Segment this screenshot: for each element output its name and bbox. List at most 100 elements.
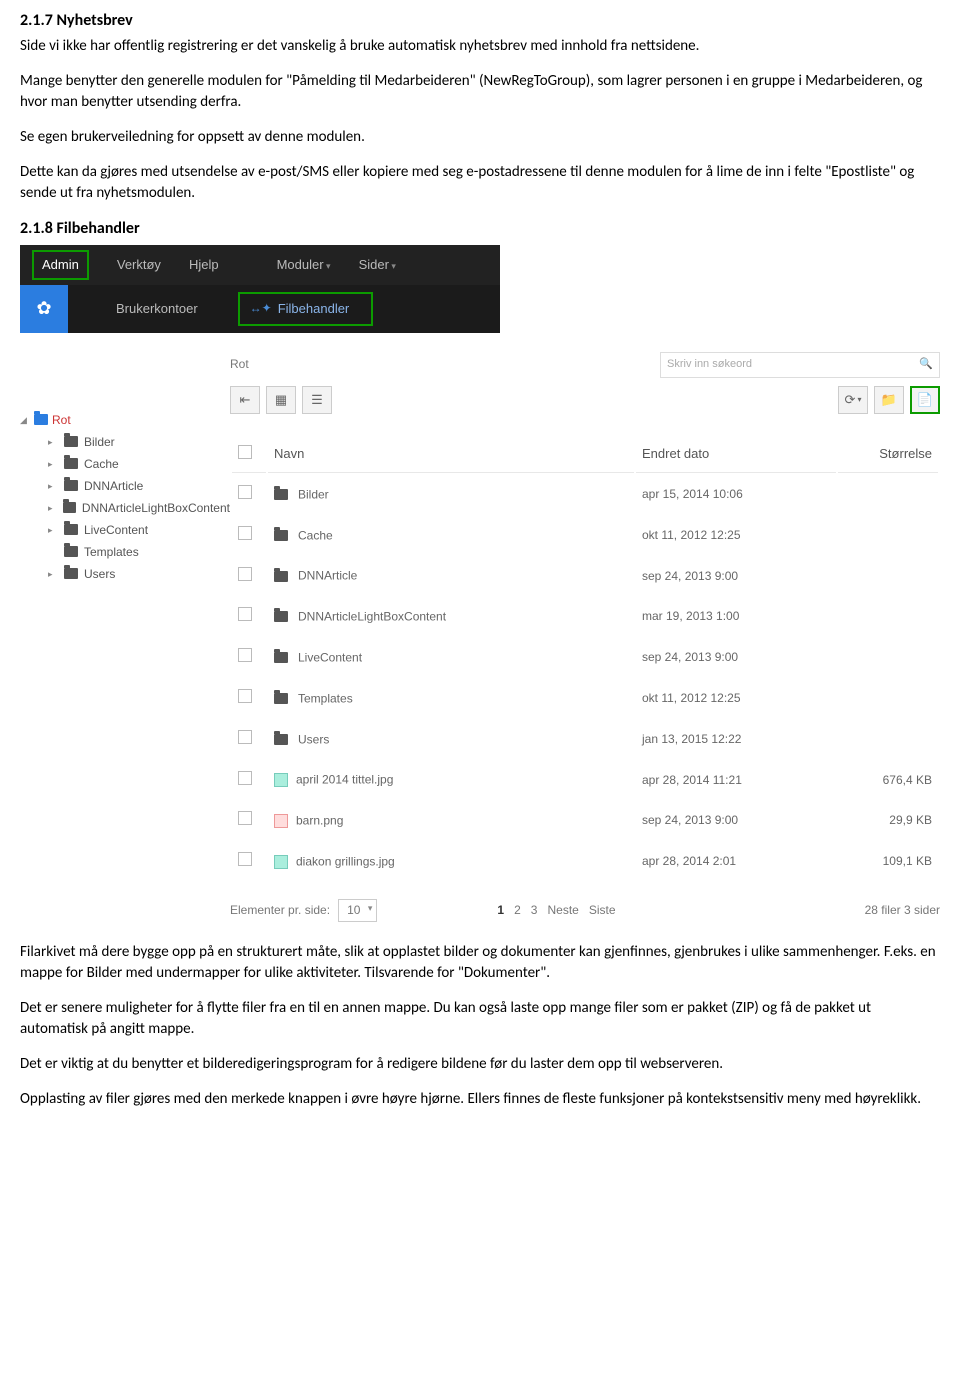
collapse-button[interactable]: ⇤	[230, 386, 260, 414]
page-1[interactable]: 1	[497, 902, 504, 919]
table-row[interactable]: diakon grillings.jpgapr 28, 2014 2:01109…	[232, 842, 938, 881]
folder-icon	[274, 571, 288, 582]
breadcrumb: Rot	[230, 356, 660, 373]
table-row[interactable]: Cacheokt 11, 2012 12:25	[232, 516, 938, 555]
table-row[interactable]: april 2014 tittel.jpgapr 28, 2014 11:216…	[232, 761, 938, 800]
file-name: Bilder	[298, 487, 329, 501]
grid-icon: ▦	[275, 391, 287, 409]
expand-icon[interactable]	[20, 409, 30, 431]
table-row[interactable]: Bilderapr 15, 2014 10:06	[232, 475, 938, 514]
row-checkbox[interactable]	[238, 852, 252, 866]
table-row[interactable]: DNNArticleLightBoxContent mar 19, 2013 1:…	[232, 597, 938, 636]
row-checkbox[interactable]	[238, 607, 252, 621]
file-name: april 2014 tittel.jpg	[296, 773, 393, 787]
page-next[interactable]: Neste	[547, 902, 578, 919]
paragraph: Side vi ikke har offentlig registrering …	[20, 36, 940, 57]
file-date: apr 28, 2014 11:21	[636, 761, 836, 800]
new-folder-button[interactable]: 📁	[874, 386, 904, 414]
tools-menu[interactable]: Verktøy	[117, 256, 161, 274]
tree-item[interactable]: DNNArticleLightBoxContent	[20, 497, 230, 519]
select-all-checkbox[interactable]	[238, 445, 252, 459]
gear-button[interactable]: ✿	[20, 285, 68, 333]
expand-icon[interactable]	[48, 431, 58, 453]
tree-item-label: Cache	[84, 453, 119, 475]
tree-item[interactable]: Templates	[20, 541, 230, 563]
table-row[interactable]: Users jan 13, 2015 12:22	[232, 720, 938, 759]
file-date: jan 13, 2015 12:22	[636, 720, 836, 759]
row-checkbox[interactable]	[238, 567, 252, 581]
help-menu[interactable]: Hjelp	[189, 256, 219, 274]
tree-item[interactable]: Users	[20, 563, 230, 585]
file-size	[838, 557, 938, 596]
tree-item[interactable]: LiveContent	[20, 519, 230, 541]
file-manager-screenshot: Rot BilderCacheDNNArticleDNNArticleLight…	[20, 351, 940, 922]
grid-view-button[interactable]: ▦	[266, 386, 296, 414]
perpage-select[interactable]: 10	[338, 899, 377, 922]
file-name: Users	[298, 732, 329, 746]
expand-icon[interactable]	[48, 497, 57, 519]
expand-icon[interactable]	[48, 563, 58, 585]
file-date: mar 19, 2013 1:00	[636, 597, 836, 636]
page-2[interactable]: 2	[514, 902, 521, 919]
search-input[interactable]: Skriv inn søkeord 🔍	[660, 352, 940, 378]
tree-item-label: LiveContent	[84, 519, 148, 541]
column-header-size[interactable]: Størrelse	[838, 437, 938, 473]
tree-item[interactable]: Cache	[20, 453, 230, 475]
tree-item-label: DNNArticle	[84, 475, 143, 497]
table-row[interactable]: LiveContentsep 24, 2013 9:00	[232, 638, 938, 677]
section-heading-217: 2.1.7 Nyhetsbrev	[20, 10, 940, 32]
file-name: DNNArticleLightBoxContent	[298, 610, 446, 624]
folder-tree: Rot BilderCacheDNNArticleDNNArticleLight…	[20, 351, 230, 922]
page-last[interactable]: Siste	[589, 902, 616, 919]
tree-item-label: Bilder	[84, 431, 115, 453]
folder-icon	[274, 652, 288, 663]
list-view-button[interactable]: ☰	[302, 386, 332, 414]
column-header-date[interactable]: Endret dato	[636, 437, 836, 473]
table-row[interactable]: barn.pngsep 24, 2013 9:0029,9 KB	[232, 801, 938, 840]
expand-icon[interactable]	[48, 453, 58, 475]
file-date: okt 11, 2012 12:25	[636, 679, 836, 718]
pages-dropdown[interactable]: Sider	[359, 256, 396, 274]
file-date: sep 24, 2013 9:00	[636, 801, 836, 840]
folder-icon	[274, 611, 288, 622]
expand-icon[interactable]	[48, 475, 58, 497]
folder-icon	[64, 458, 78, 469]
file-name: LiveContent	[298, 650, 362, 664]
paragraph: Se egen brukerveiledning for oppsett av …	[20, 127, 940, 148]
row-checkbox[interactable]	[238, 771, 252, 785]
row-checkbox[interactable]	[238, 485, 252, 499]
folder-icon	[34, 414, 48, 425]
upload-button[interactable]: 📄	[910, 386, 940, 414]
section-heading-218: 2.1.8 Filbehandler	[20, 218, 940, 240]
modules-dropdown[interactable]: Moduler	[277, 256, 331, 274]
tree-item[interactable]: DNNArticle	[20, 475, 230, 497]
row-checkbox[interactable]	[238, 689, 252, 703]
image-file-icon	[274, 855, 288, 869]
search-icon[interactable]: 🔍	[919, 357, 933, 372]
file-size	[838, 720, 938, 759]
folder-icon	[64, 546, 78, 557]
file-name: Templates	[298, 691, 353, 705]
row-checkbox[interactable]	[238, 648, 252, 662]
page-3[interactable]: 3	[531, 902, 538, 919]
table-row[interactable]: Templates okt 11, 2012 12:25	[232, 679, 938, 718]
file-name: diakon grillings.jpg	[296, 854, 395, 868]
row-checkbox[interactable]	[238, 811, 252, 825]
row-checkbox[interactable]	[238, 526, 252, 540]
folder-icon	[64, 568, 78, 579]
expand-icon[interactable]	[48, 519, 58, 541]
pagination: 1 2 3 Neste Siste	[497, 902, 615, 919]
table-row[interactable]: DNNArticlesep 24, 2013 9:00	[232, 557, 938, 596]
file-date: sep 24, 2013 9:00	[636, 557, 836, 596]
user-accounts-link[interactable]: Brukerkontoer	[116, 300, 198, 318]
column-header-name[interactable]: Navn	[268, 437, 634, 473]
tree-root-label: Rot	[52, 409, 71, 431]
tree-item[interactable]: Bilder	[20, 431, 230, 453]
refresh-button[interactable]: ⟳▾	[838, 386, 868, 414]
row-checkbox[interactable]	[238, 730, 252, 744]
admin-menu[interactable]: Admin	[32, 250, 89, 280]
tree-root-item[interactable]: Rot	[20, 409, 230, 431]
file-manager-link[interactable]: ↔✦ Filbehandler	[238, 292, 374, 326]
paragraph: Dette kan da gjøres med utsendelse av e-…	[20, 162, 940, 204]
folder-icon	[274, 530, 288, 541]
